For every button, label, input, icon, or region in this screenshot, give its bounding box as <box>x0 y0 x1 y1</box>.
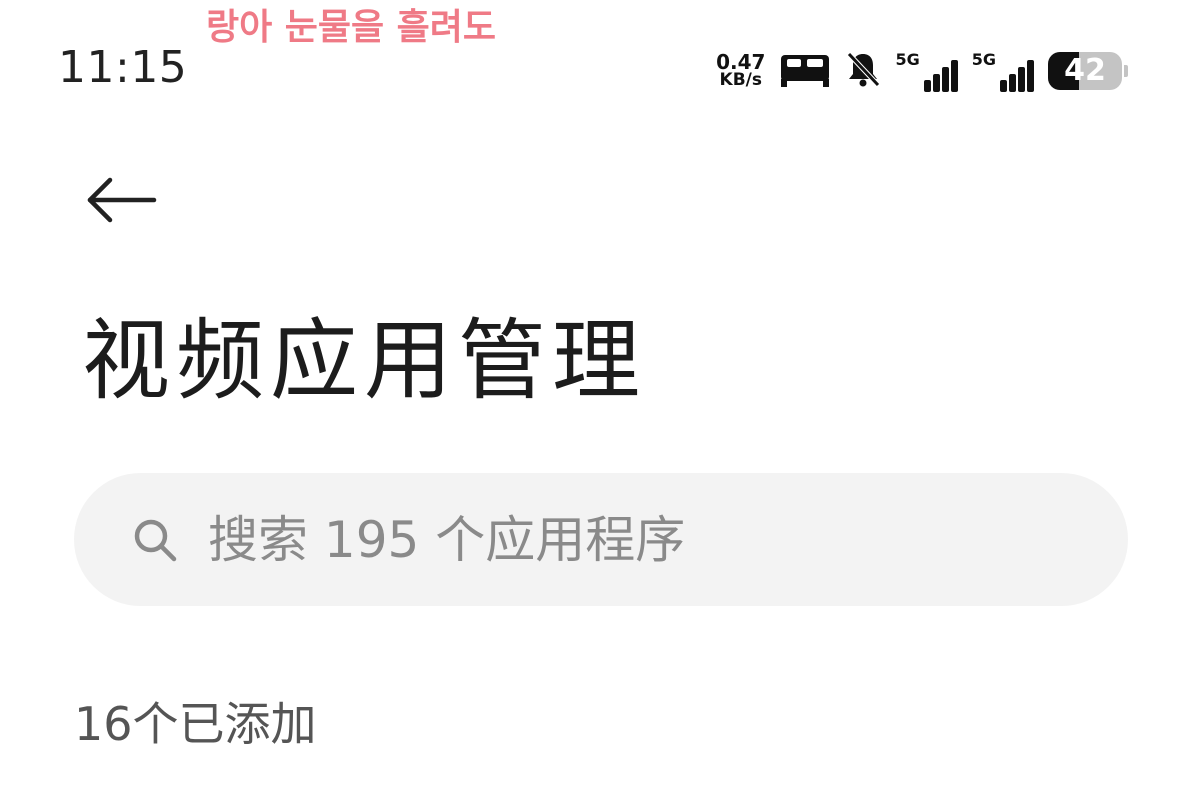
lyric-ticker: 랑아 눈물을 흘려도 <box>206 7 497 48</box>
network-speed-unit: KB/s <box>719 70 763 90</box>
search-bar[interactable] <box>74 473 1128 606</box>
signal-bar <box>941 67 949 92</box>
signal-bar <box>950 60 958 92</box>
sim1-network-type: 5G <box>895 50 920 69</box>
added-apps-header: 16个已添加 <box>74 697 317 751</box>
signal-bar <box>932 74 940 92</box>
signal-icon-sim1: 5G <box>895 50 958 92</box>
status-time: 11:15 <box>58 42 188 93</box>
signal-bar <box>1000 80 1007 92</box>
search-input[interactable] <box>208 510 1028 569</box>
signal-bar <box>1018 67 1025 92</box>
status-bar: 11:15 랑아 눈물을 흘려도 0.47 KB/s 5G 5G 42 <box>0 0 1200 110</box>
back-button[interactable] <box>70 162 170 242</box>
network-speed-value: 0.47 <box>716 50 766 74</box>
search-icon <box>130 515 180 565</box>
signal-bar <box>1027 60 1034 92</box>
battery-icon: 42 <box>1048 52 1122 90</box>
battery-cap <box>1124 65 1128 77</box>
sim2-network-type: 5G <box>971 50 996 69</box>
arrow-left-icon <box>86 176 158 228</box>
signal-bar <box>1009 74 1016 92</box>
signal-icon-sim2: 5G <box>972 50 1034 92</box>
bell-muted-icon <box>845 50 881 92</box>
status-icons: 0.47 KB/s 5G 5G 42 <box>716 46 1128 96</box>
network-speed: 0.47 KB/s <box>716 50 766 90</box>
bed-icon <box>779 51 831 91</box>
page-title: 视频应用管理 <box>82 309 647 412</box>
signal-bar <box>923 80 931 92</box>
battery-level: 42 <box>1064 53 1106 88</box>
